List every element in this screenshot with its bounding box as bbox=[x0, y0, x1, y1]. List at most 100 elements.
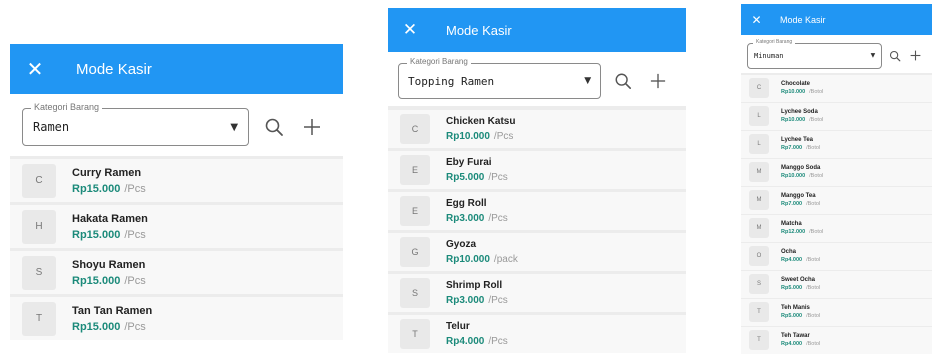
item-unit: /Botol bbox=[809, 173, 824, 180]
item-price-line: Rp15.000/Pcs bbox=[72, 183, 146, 195]
item-price-line: Rp7.000/Botol bbox=[781, 145, 820, 151]
search-icon[interactable] bbox=[884, 43, 905, 69]
item-price-line: Rp4.000/Botol bbox=[781, 341, 820, 347]
dropdown-caret-icon: ▼ bbox=[230, 121, 239, 133]
list-item[interactable]: G Gyoza Rp10.000/pack bbox=[388, 233, 686, 271]
list-item[interactable]: S Shrimp Roll Rp3.000/Pcs bbox=[388, 274, 686, 312]
screen-topping-ramen: ✕ Mode Kasir Kategori Barang Topping Ram… bbox=[388, 8, 686, 353]
list-item[interactable]: M Manggo Soda Rp10.000/Botol bbox=[741, 159, 932, 186]
add-icon[interactable] bbox=[293, 107, 331, 147]
item-name: Teh Manis bbox=[781, 305, 810, 312]
item-price: Rp3.000 bbox=[446, 295, 485, 306]
close-icon[interactable]: ✕ bbox=[388, 8, 432, 52]
list-item[interactable]: L Lychee Tea Rp7.000/Botol bbox=[741, 131, 932, 158]
list-item[interactable]: C Chocolate Rp10.000/Botol bbox=[741, 75, 932, 102]
category-dropdown[interactable]: Kategori Barang Minuman ▼ bbox=[747, 39, 883, 69]
item-price-line: Rp4.000/Botol bbox=[781, 257, 820, 263]
category-field-label: Kategori Barang bbox=[753, 39, 796, 45]
item-unit: /Botol bbox=[806, 257, 821, 264]
item-avatar: L bbox=[749, 134, 769, 155]
list-item[interactable]: L Lychee Soda Rp10.000/Botol bbox=[741, 103, 932, 130]
add-icon[interactable] bbox=[641, 63, 676, 99]
list-item[interactable]: M Manggo Tea Rp7.000/Botol bbox=[741, 187, 932, 214]
item-avatar: L bbox=[749, 106, 769, 127]
item-unit: /Botol bbox=[806, 341, 821, 348]
item-unit: /Pcs bbox=[124, 182, 146, 195]
item-price: Rp4.000 bbox=[781, 341, 803, 348]
item-avatar: C bbox=[749, 78, 769, 99]
list-item[interactable]: S Shoyu Ramen Rp15.000/Pcs bbox=[10, 251, 343, 294]
item-text: Eby Furai Rp5.000/Pcs bbox=[446, 157, 508, 183]
item-avatar: G bbox=[400, 237, 430, 267]
item-price-line: Rp12.000/Botol bbox=[781, 229, 823, 235]
search-icon[interactable] bbox=[255, 107, 293, 147]
item-text: Curry Ramen Rp15.000/Pcs bbox=[72, 167, 146, 195]
app-bar: ✕ Mode Kasir bbox=[388, 8, 686, 52]
category-value: Minuman bbox=[754, 51, 784, 60]
list-item[interactable]: C Curry Ramen Rp15.000/Pcs bbox=[10, 159, 343, 202]
item-name: Ocha bbox=[781, 249, 797, 256]
close-icon[interactable]: ✕ bbox=[741, 4, 772, 35]
item-price-line: Rp4.000/Pcs bbox=[446, 336, 508, 347]
list-item[interactable]: T Telur Rp4.000/Pcs bbox=[388, 315, 686, 353]
list-item[interactable]: E Eby Furai Rp5.000/Pcs bbox=[388, 151, 686, 189]
item-list: C Chicken Katsu Rp10.000/Pcs E Eby Furai… bbox=[388, 106, 686, 353]
item-unit: /Botol bbox=[806, 145, 821, 152]
item-name: Manggo Soda bbox=[781, 165, 821, 172]
category-controls: Kategori Barang Topping Ramen ▼ bbox=[388, 52, 686, 106]
item-price-line: Rp5.000/Botol bbox=[781, 313, 820, 319]
dropdown-caret-icon: ▼ bbox=[584, 76, 592, 86]
item-price: Rp7.000 bbox=[781, 145, 803, 152]
item-unit: /Pcs bbox=[124, 228, 146, 241]
item-price: Rp15.000 bbox=[72, 228, 121, 241]
item-unit: /Pcs bbox=[124, 320, 146, 333]
item-name: Telur bbox=[446, 321, 470, 332]
item-text: Matcha Rp12.000/Botol bbox=[781, 221, 823, 235]
list-item[interactable]: T Tan Tan Ramen Rp15.000/Pcs bbox=[10, 297, 343, 340]
item-unit: /pack bbox=[493, 254, 518, 265]
category-dropdown[interactable]: Kategori Barang Ramen ▼ bbox=[22, 103, 250, 146]
list-item[interactable]: O Ocha Rp4.000/Botol bbox=[741, 243, 932, 270]
item-avatar: T bbox=[749, 302, 769, 323]
item-avatar: H bbox=[22, 209, 56, 244]
dropdown-caret-icon: ▼ bbox=[870, 52, 876, 59]
item-unit: /Pcs bbox=[124, 274, 146, 287]
item-price-line: Rp15.000/Pcs bbox=[72, 321, 152, 333]
list-item[interactable]: S Sweet Ocha Rp5.000/Botol bbox=[741, 271, 932, 298]
item-price: Rp10.000 bbox=[446, 131, 490, 142]
item-price: Rp4.000 bbox=[781, 257, 803, 264]
item-price: Rp15.000 bbox=[72, 274, 121, 287]
item-text: Manggo Soda Rp10.000/Botol bbox=[781, 165, 823, 179]
category-dropdown[interactable]: Kategori Barang Topping Ramen ▼ bbox=[398, 58, 602, 99]
item-name: Tan Tan Ramen bbox=[72, 304, 153, 317]
list-item[interactable]: E Egg Roll Rp3.000/Pcs bbox=[388, 192, 686, 230]
item-name: Matcha bbox=[781, 221, 802, 228]
item-name: Manggo Tea bbox=[781, 193, 816, 200]
item-unit: /Botol bbox=[809, 89, 824, 96]
item-price-line: Rp5.000/Pcs bbox=[446, 172, 508, 183]
item-text: Ocha Rp4.000/Botol bbox=[781, 249, 820, 263]
search-icon[interactable] bbox=[605, 63, 640, 99]
list-item[interactable]: M Matcha Rp12.000/Botol bbox=[741, 215, 932, 242]
item-name: Lychee Tea bbox=[781, 137, 814, 144]
list-item[interactable]: C Chicken Katsu Rp10.000/Pcs bbox=[388, 110, 686, 148]
app-title: Mode Kasir bbox=[76, 60, 152, 78]
item-unit: /Botol bbox=[806, 285, 821, 292]
close-icon[interactable]: ✕ bbox=[10, 44, 60, 94]
item-price: Rp15.000 bbox=[72, 182, 121, 195]
item-price: Rp3.000 bbox=[446, 213, 485, 224]
item-text: Shoyu Ramen Rp15.000/Pcs bbox=[72, 259, 146, 287]
item-name: Shrimp Roll bbox=[446, 280, 503, 291]
item-unit: /Botol bbox=[806, 313, 821, 320]
item-text: Chocolate Rp10.000/Botol bbox=[781, 81, 823, 95]
item-price-line: Rp10.000/Botol bbox=[781, 173, 823, 179]
item-price: Rp12.000 bbox=[781, 229, 806, 236]
item-price-line: Rp3.000/Pcs bbox=[446, 213, 508, 224]
item-price-line: Rp15.000/Pcs bbox=[72, 275, 146, 287]
list-item[interactable]: T Teh Tawar Rp4.000/Botol bbox=[741, 327, 932, 354]
list-item[interactable]: H Hakata Ramen Rp15.000/Pcs bbox=[10, 205, 343, 248]
add-icon[interactable] bbox=[905, 43, 926, 69]
list-item[interactable]: T Teh Manis Rp5.000/Botol bbox=[741, 299, 932, 326]
item-unit: /Pcs bbox=[488, 172, 508, 183]
screen-ramen: ✕ Mode Kasir Kategori Barang Ramen ▼ C C… bbox=[10, 44, 343, 340]
